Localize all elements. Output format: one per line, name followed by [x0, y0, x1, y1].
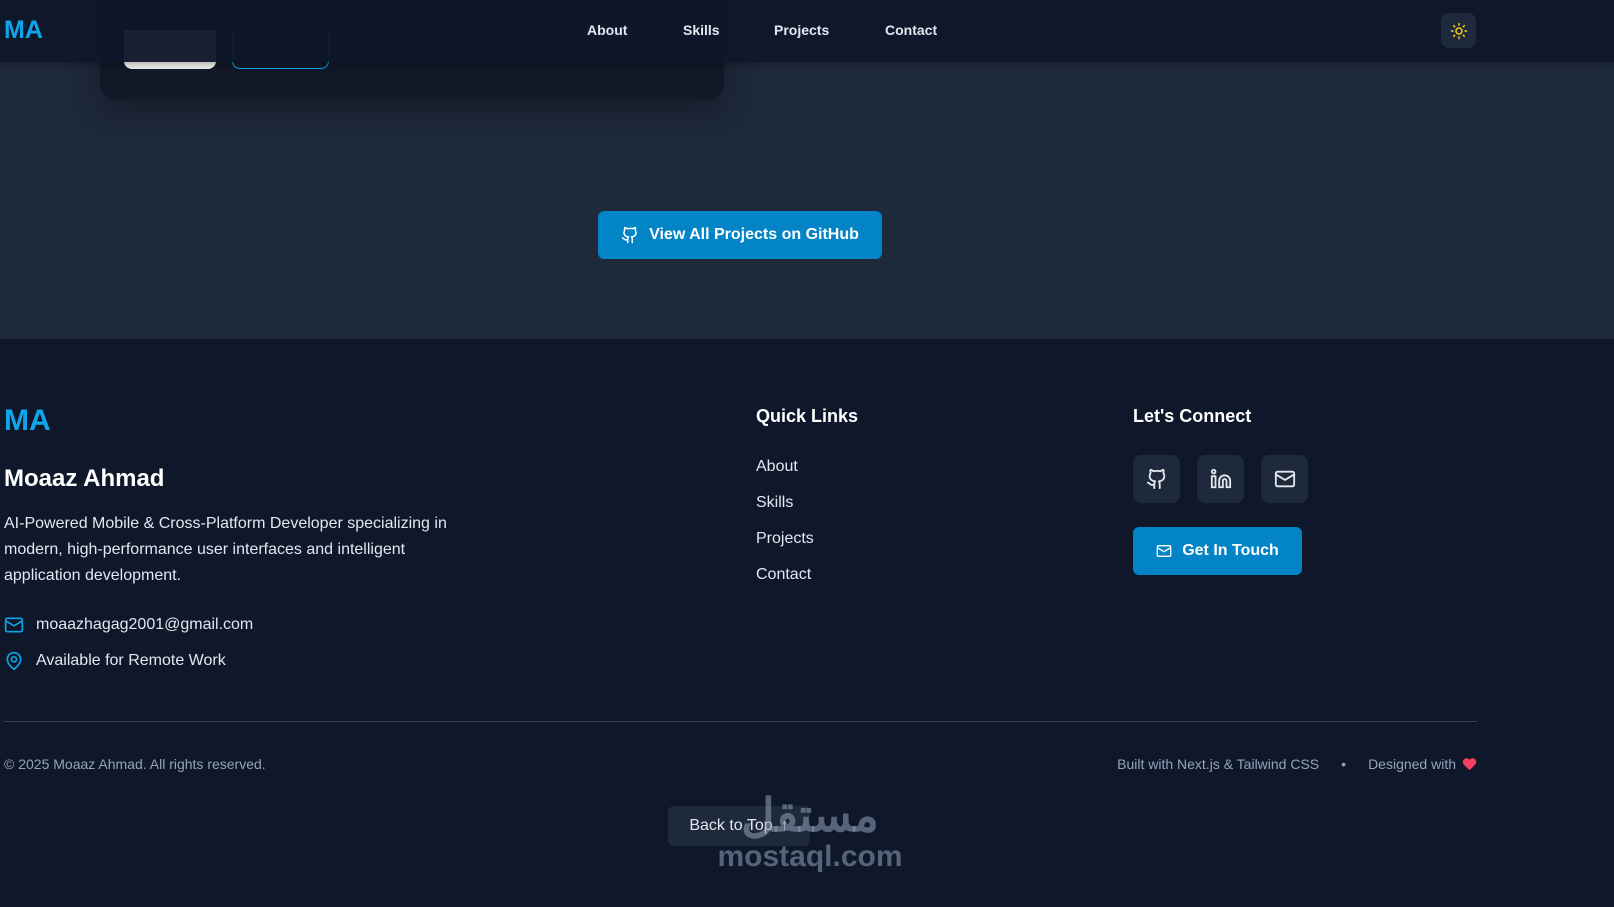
theme-toggle-button[interactable] — [1441, 13, 1476, 48]
footer-email[interactable]: moaazhagag2001@gmail.com — [4, 615, 253, 635]
footer-link-about[interactable]: About — [756, 458, 798, 476]
footer-link-contact[interactable]: Contact — [756, 566, 811, 584]
mail-icon — [1156, 545, 1172, 557]
mail-icon — [1274, 470, 1295, 488]
location-text: Available for Remote Work — [36, 652, 226, 669]
footer-credits: Built with Next.js & Tailwind CSS • Desi… — [1117, 756, 1477, 772]
copyright: © 2025 Moaaz Ahmad. All rights reserved. — [4, 756, 266, 772]
map-pin-icon — [6, 651, 22, 671]
nav-logo[interactable]: MA — [4, 16, 43, 45]
footer-link-skills[interactable]: Skills — [756, 494, 793, 512]
heart-icon — [1462, 758, 1477, 771]
linkedin-icon — [1210, 468, 1231, 489]
nav-contact[interactable]: Contact — [885, 22, 937, 38]
connect-title: Let's Connect — [1133, 406, 1252, 426]
separator-dot: • — [1341, 756, 1347, 772]
top-navbar: MA About Skills Projects Contact — [0, 0, 1614, 62]
github-social-button[interactable] — [1133, 455, 1180, 503]
back-to-top-label: Back to Top — [689, 817, 773, 834]
back-to-top-button[interactable]: Back to Top ↑ — [668, 806, 810, 846]
footer-location: Available for Remote Work — [4, 651, 226, 671]
github-icon — [621, 226, 637, 244]
built-with: Built with Next.js & Tailwind CSS — [1117, 756, 1320, 772]
get-in-touch-label: Get In Touch — [1182, 542, 1279, 559]
view-github-button[interactable]: View All Projects on GitHub — [598, 211, 882, 259]
view-github-label: View All Projects on GitHub — [649, 226, 859, 243]
email-text: moaazhagag2001@gmail.com — [36, 616, 254, 633]
nav-skills[interactable]: Skills — [683, 22, 720, 38]
nav-projects[interactable]: Projects — [774, 22, 829, 38]
github-icon — [1146, 468, 1165, 490]
arrow-up-icon: ↑ — [780, 817, 789, 834]
footer-divider — [4, 721, 1477, 722]
get-in-touch-button[interactable]: Get In Touch — [1133, 527, 1302, 575]
footer-description: AI-Powered Mobile & Cross-Platform Devel… — [4, 515, 447, 584]
footer-name: Moaaz Ahmad — [4, 465, 165, 492]
sun-icon — [1450, 22, 1467, 39]
designed-with: Designed with — [1368, 756, 1456, 772]
nav-about[interactable]: About — [587, 22, 627, 38]
footer-logo: MA — [4, 404, 51, 437]
quick-links-title: Quick Links — [756, 406, 859, 426]
email-social-button[interactable] — [1261, 455, 1308, 503]
footer-link-projects[interactable]: Projects — [756, 530, 814, 548]
linkedin-social-button[interactable] — [1197, 455, 1244, 503]
mail-icon — [4, 617, 24, 633]
